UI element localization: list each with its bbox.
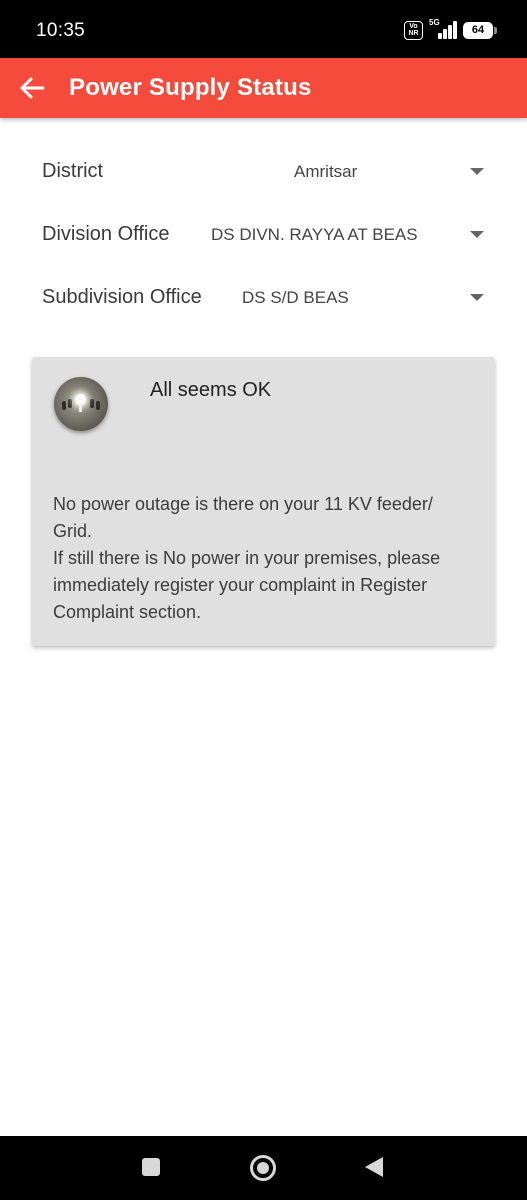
status-message: No power outage is there on your 11 KV f… [53, 491, 473, 626]
status-bar: 10:35 Vo NR 5G 64 [0, 0, 527, 58]
status-title: All seems OK [150, 379, 272, 401]
district-value[interactable]: Amritsar [294, 162, 357, 182]
network-type: 5G [429, 18, 440, 27]
battery-icon: 64 [463, 21, 497, 39]
status-message-line: If still there is No power in your premi… [53, 548, 441, 568]
light-bulb-icon [54, 377, 108, 431]
navigation-bar [0, 1136, 527, 1200]
battery-level: 64 [471, 24, 485, 36]
division-office-label: Division Office [42, 223, 170, 245]
app-bar: Power Supply Status [0, 58, 527, 118]
arrow-left-icon [20, 77, 45, 99]
status-card: All seems OK No power outage is there on… [32, 357, 495, 646]
dropdown-arrow-icon[interactable] [470, 294, 484, 301]
dropdown-arrow-icon[interactable] [470, 231, 484, 238]
status-icons: Vo NR 5G 64 [404, 18, 497, 40]
status-message-line: immediately register your complaint in R… [53, 575, 428, 595]
volte-icon: Vo NR [404, 20, 423, 40]
back-triangle-icon[interactable] [365, 1157, 383, 1177]
dropdown-arrow-icon[interactable] [470, 168, 484, 175]
status-message-line: No power outage is there on your 11 KV f… [53, 494, 433, 514]
recents-square-icon[interactable] [142, 1158, 160, 1176]
subdivision-office-dropdown[interactable]: Subdivision Office DS S/D BEAS [0, 278, 527, 318]
page-title: Power Supply Status [69, 74, 312, 101]
status-message-line: Complaint section. [53, 602, 202, 622]
division-office-dropdown[interactable]: Division Office DS DIVN. RAYYA AT BEAS [0, 215, 527, 255]
subdivision-office-label: Subdivision Office [42, 286, 202, 308]
district-dropdown[interactable]: District Amritsar [0, 152, 527, 192]
signal-icon: 5G [429, 18, 457, 40]
back-button[interactable] [16, 72, 48, 104]
division-office-value[interactable]: DS DIVN. RAYYA AT BEAS [211, 225, 418, 245]
status-time: 10:35 [36, 20, 86, 41]
status-message-line: Grid. [53, 521, 93, 541]
subdivision-office-value[interactable]: DS S/D BEAS [242, 288, 349, 308]
district-label: District [42, 160, 104, 182]
home-circle-icon[interactable] [250, 1155, 276, 1181]
